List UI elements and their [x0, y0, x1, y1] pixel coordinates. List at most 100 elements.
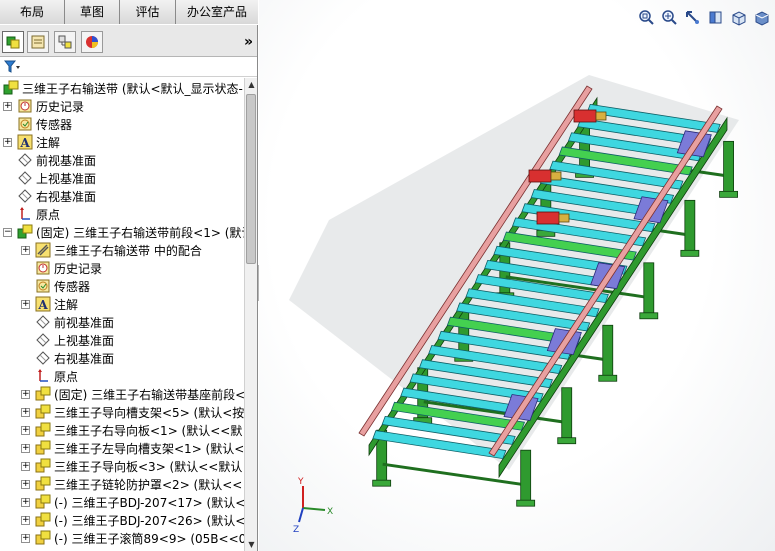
tab-layout[interactable]: 布局 — [0, 0, 65, 24]
panel-tab-bar: » — [0, 25, 257, 57]
drive-motor — [573, 109, 597, 123]
tree-item-label: (-) 三维王子BDJ-207<17> (默认< — [54, 495, 244, 510]
plane-icon — [18, 189, 32, 203]
feature-tree: 三维王子右输送带 (默认<默认_显示状态- + 历史记录 传感器 + A 注解 … — [0, 78, 244, 551]
tree-item-label: (-) 三维王子BDJ-207<26> (默认< — [54, 513, 244, 528]
tree-item-subassembly[interactable]: − (固定) 三维王子右输送带前段<1> (默认 — [3, 223, 244, 241]
tree-root[interactable]: 三维王子右输送带 (默认<默认_显示状态- — [3, 79, 243, 97]
feature-tree-icon — [6, 36, 20, 49]
assembly-icon — [3, 80, 19, 95]
history-icon — [18, 99, 32, 113]
frame-leg — [520, 449, 532, 503]
collapse-toggle[interactable]: − — [3, 227, 12, 237]
expand-toggle[interactable]: + — [21, 389, 30, 399]
tree-item-component[interactable]: + (固定) 三维王子右输送带基座前段< — [21, 385, 244, 403]
tree-item-component[interactable]: + (-) 三维王子BDJ-207<17> (默认< — [21, 493, 244, 511]
plane-icon — [36, 351, 50, 365]
history-icon — [36, 261, 50, 275]
expand-toggle[interactable]: + — [21, 479, 30, 489]
expand-toggle[interactable]: + — [21, 497, 30, 507]
tree-item-component[interactable]: + 三维王子链轮防护罩<2> (默认<< — [21, 475, 242, 493]
assembly-icon — [35, 458, 51, 473]
tree-item-label: 原点 — [54, 369, 79, 384]
tree-item-origin-2[interactable]: 原点 — [35, 367, 78, 385]
frame-leg — [602, 324, 614, 378]
coordinate-triad: Y X Z — [293, 477, 333, 535]
expand-toggle[interactable]: + — [3, 101, 12, 111]
tree-item-mates[interactable]: + 三维王子右输送带 中的配合 — [21, 241, 202, 259]
graphics-area[interactable]: Y X Z — [259, 0, 775, 551]
scroll-down-icon[interactable]: ▼ — [245, 538, 258, 551]
filter-icon[interactable] — [4, 60, 20, 74]
display-manager-icon — [86, 36, 98, 48]
tree-item-label: 三维王子导向板<3> (默认<<默认 — [54, 459, 243, 474]
tree-item-label: 历史记录 — [36, 99, 85, 114]
gearbox — [595, 111, 607, 121]
tab-evaluate[interactable]: 评估 — [120, 0, 176, 24]
drive-motor — [528, 169, 552, 183]
expand-toggle[interactable]: + — [21, 299, 30, 309]
expand-toggle[interactable]: + — [3, 137, 12, 147]
tree-item-sensors-2[interactable]: 传感器 — [35, 277, 90, 295]
expand-toggle[interactable]: + — [21, 533, 30, 543]
tree-item-top-plane-2[interactable]: 上视基准面 — [35, 331, 114, 349]
scroll-up-icon[interactable]: ▲ — [245, 78, 258, 91]
tree-item-label: (固定) 三维王子右输送带前段<1> (默认 — [36, 225, 244, 240]
tree-item-label: 右视基准面 — [36, 189, 97, 204]
expand-toggle[interactable]: + — [21, 407, 30, 417]
tree-item-label: (固定) 三维王子右输送带基座前段< — [54, 387, 244, 402]
leg-foot — [680, 249, 700, 257]
conveyor-model[interactable]: Y X Z — [259, 0, 775, 551]
tree-scrollbar[interactable]: ▲ ▼ — [244, 78, 257, 551]
property-manager-tab[interactable] — [27, 31, 49, 53]
expand-toggle[interactable]: + — [21, 425, 30, 435]
svg-text:A: A — [19, 136, 30, 150]
feature-tree-tab[interactable] — [2, 31, 24, 53]
tree-item-right-plane-2[interactable]: 右视基准面 — [35, 349, 114, 367]
tree-item-top-plane[interactable]: 上视基准面 — [17, 169, 96, 187]
plane-icon — [36, 315, 50, 329]
tree-item-component[interactable]: + (-) 三维王子滚筒89<9> (05B<<0 — [21, 529, 244, 547]
origin-icon — [38, 369, 48, 382]
tree-item-history[interactable]: + 历史记录 — [3, 97, 84, 115]
tree-item-component[interactable]: + 三维王子右导向板<1> (默认<<默 — [21, 421, 242, 439]
tree-item-label: 右视基准面 — [54, 351, 115, 366]
tree-item-label: 三维王子右输送带 中的配合 — [54, 243, 202, 258]
tree-item-component[interactable]: + 三维王子导向板<3> (默认<<默认 — [21, 457, 242, 475]
assembly-icon — [35, 440, 51, 455]
tree-item-right-plane[interactable]: 右视基准面 — [17, 187, 96, 205]
gearbox — [558, 213, 570, 223]
origin-icon — [20, 207, 30, 220]
tree-item-annotations-2[interactable]: + A 注解 — [21, 295, 78, 313]
tree-item-front-plane[interactable]: 前视基准面 — [17, 151, 96, 169]
tree-item-front-plane-2[interactable]: 前视基准面 — [35, 313, 114, 331]
assembly-icon — [35, 494, 51, 509]
tab-office-products[interactable]: 办公室产品 — [176, 0, 258, 24]
annotation-icon: A — [35, 296, 51, 312]
configuration-manager-tab[interactable] — [54, 31, 76, 53]
tree-item-component[interactable]: + 三维王子左导向槽支架<1> (默认< — [21, 439, 244, 457]
expand-toggle[interactable]: + — [21, 461, 30, 471]
drive-motor — [536, 211, 560, 225]
tree-item-sensors[interactable]: 传感器 — [17, 115, 72, 133]
tree-item-component[interactable]: + 三维王子导向槽支架<5> (默认<按 — [21, 403, 244, 421]
feature-manager-panel: » 三维王子右输送带 (默认<默认_显示状态- + 历史记录 传感器 + A 注… — [0, 25, 258, 551]
display-manager-tab[interactable] — [81, 31, 103, 53]
expand-toggle[interactable]: + — [21, 443, 30, 453]
scroll-thumb[interactable] — [246, 94, 256, 264]
tree-item-history-2[interactable]: 历史记录 — [35, 259, 102, 277]
expand-toggle[interactable]: + — [21, 245, 30, 255]
plane-icon — [18, 153, 32, 167]
assembly-icon — [35, 386, 51, 401]
tree-item-annotations[interactable]: + A 注解 — [3, 133, 60, 151]
expand-toggle[interactable]: + — [21, 515, 30, 525]
tab-sketch[interactable]: 草图 — [65, 0, 120, 24]
tree-item-label: 前视基准面 — [36, 153, 97, 168]
plane-icon — [36, 333, 50, 347]
assembly-icon — [17, 224, 33, 239]
more-tabs-button[interactable]: » — [244, 34, 253, 50]
tree-item-component[interactable]: + (-) 三维王子BDJ-207<26> (默认< — [21, 511, 244, 529]
tree-item-origin[interactable]: 原点 — [17, 205, 60, 223]
tree-item-label: 上视基准面 — [54, 333, 115, 348]
tree-item-label: 三维王子导向槽支架<5> (默认<按 — [54, 405, 244, 420]
